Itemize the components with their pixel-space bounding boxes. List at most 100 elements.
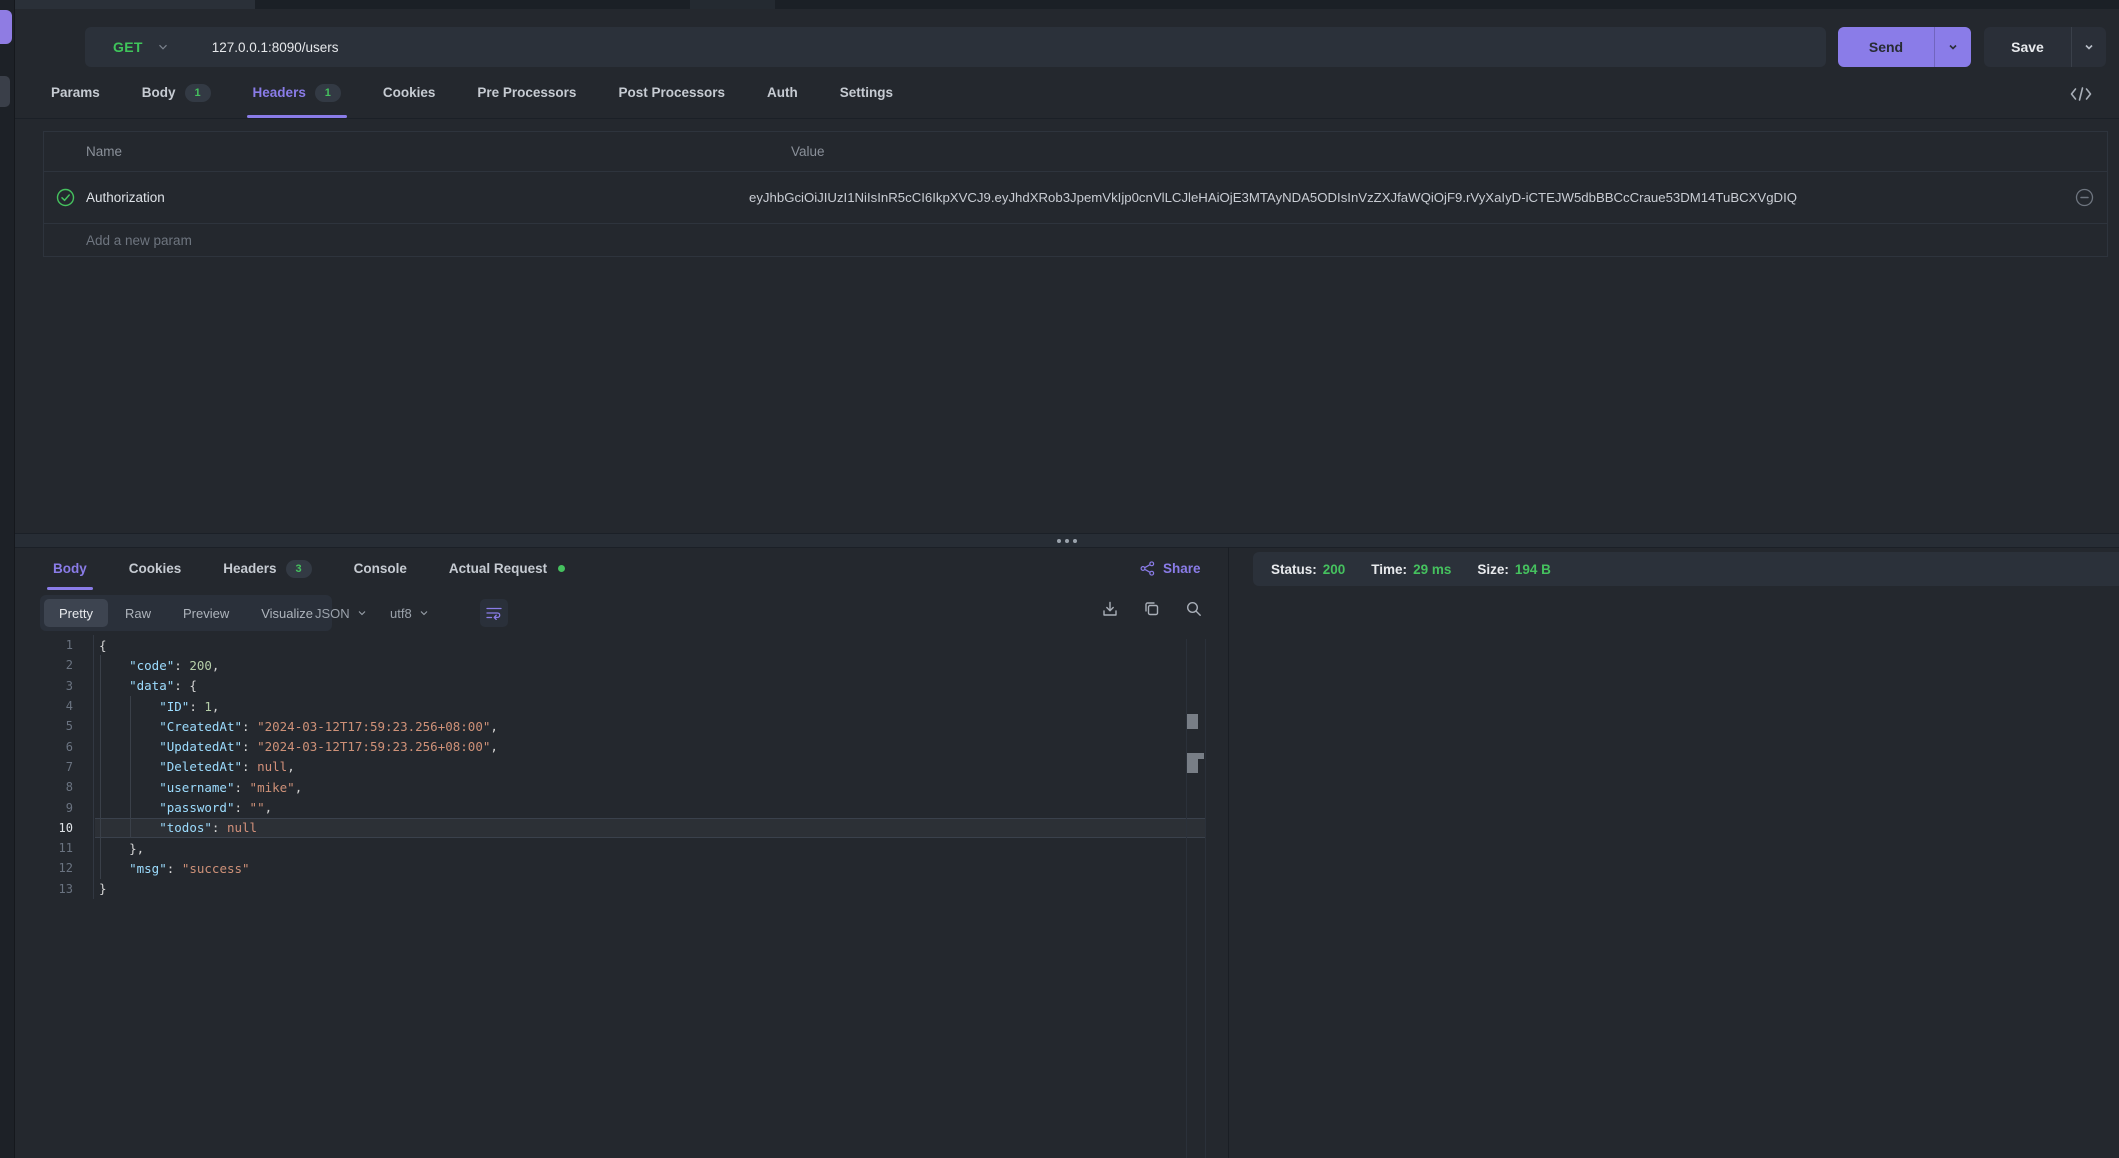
view-mode-pretty[interactable]: Pretty [44, 599, 108, 627]
sidebar-active-pill[interactable] [0, 10, 12, 44]
check-circle-icon[interactable] [44, 188, 86, 207]
add-param-row[interactable]: Add a new param [44, 224, 2107, 257]
code-line[interactable]: 5 "CreatedAt": "2024-03-12T17:59:23.256+… [15, 716, 1205, 736]
code-text: { [99, 638, 107, 653]
response-tab-actual-request[interactable]: Actual Request [449, 547, 565, 590]
tab-label: Console [354, 561, 407, 576]
size-label: Size: [1477, 562, 1509, 577]
request-tab-settings[interactable]: Settings [840, 67, 893, 118]
sidebar-pill[interactable] [0, 76, 10, 107]
line-number: 6 [15, 740, 94, 754]
request-tabs: Params Body1 Headers1 Cookies Pre Processors… [15, 67, 2119, 119]
line-number: 3 [15, 679, 94, 693]
wrap-lines-icon[interactable] [480, 599, 508, 627]
response-tab-cookies[interactable]: Cookies [129, 547, 182, 590]
panel-vertical-divider [1228, 547, 1229, 1158]
request-tab-auth[interactable]: Auth [767, 67, 798, 118]
request-tab-cookies[interactable]: Cookies [383, 67, 436, 118]
tab-label: Pre Processors [477, 85, 576, 100]
indent-guide [100, 655, 101, 879]
code-line[interactable]: 13} [15, 879, 1205, 899]
response-tab-headers[interactable]: Headers 3 [223, 547, 311, 590]
active-request-tab-sliver[interactable] [15, 0, 255, 9]
scrollbar-marker[interactable] [1187, 759, 1198, 773]
request-tab-pre-processors[interactable]: Pre Processors [477, 67, 576, 118]
response-tab-console[interactable]: Console [354, 547, 407, 590]
drag-handle-icon [1057, 539, 1077, 543]
view-mode-preview[interactable]: Preview [168, 599, 244, 627]
add-param-placeholder: Add a new param [44, 233, 192, 248]
share-icon [1140, 561, 1155, 576]
line-number: 1 [15, 638, 94, 652]
header-name[interactable]: Authorization [86, 190, 749, 205]
scrollbar-marker[interactable] [1187, 714, 1198, 729]
tab-label: Cookies [129, 561, 182, 576]
headers-table: Name Value AuthorizationeyJhbGciOiJIUzI1… [43, 131, 2108, 257]
minus-circle-icon[interactable] [2061, 188, 2107, 207]
line-number: 8 [15, 780, 94, 794]
tab-badge: 3 [286, 560, 312, 578]
request-tab-params[interactable]: Params [51, 67, 100, 118]
tabbar-segment [690, 0, 775, 9]
line-number: 13 [15, 882, 94, 896]
code-line[interactable]: 10 "todos": null [15, 818, 1205, 838]
code-text: "UpdatedAt": "2024-03-12T17:59:23.256+08… [99, 739, 498, 754]
headers-table-body: AuthorizationeyJhbGciOiJIUzI1NiIsInR5cCI… [44, 172, 2107, 224]
code-text: "CreatedAt": "2024-03-12T17:59:23.256+08… [99, 719, 498, 734]
format-dropdown[interactable]: JSON [315, 595, 367, 631]
code-text: "msg": "success" [99, 861, 250, 876]
request-tab-post-processors[interactable]: Post Processors [618, 67, 725, 118]
code-line[interactable]: 4 "ID": 1, [15, 696, 1205, 716]
save-dropdown-chevron-icon[interactable] [2072, 27, 2106, 67]
line-number: 11 [15, 841, 94, 855]
url-input[interactable]: 127.0.0.1:8090/users [212, 40, 339, 55]
method-select[interactable]: GET [113, 39, 169, 55]
line-number: 4 [15, 699, 94, 713]
code-editor[interactable]: 1{2 "code": 200,3 "data": {4 "ID": 1,5 "… [15, 635, 1205, 1158]
tab-label: Headers [223, 561, 276, 576]
request-tab-headers[interactable]: Headers1 [253, 67, 341, 118]
panel-splitter[interactable] [15, 533, 2119, 548]
header-value[interactable]: eyJhbGciOiJIUzI1NiIsInR5cCI6IkpXVCJ9.eyJ… [749, 190, 2061, 205]
chevron-down-icon [157, 41, 169, 53]
code-snippet-icon[interactable] [2066, 84, 2096, 104]
send-button[interactable]: Send [1838, 27, 1971, 67]
encoding-dropdown[interactable]: utf8 [390, 595, 429, 631]
response-toolbar-icons [1100, 599, 1204, 619]
tab-label: Actual Request [449, 561, 547, 576]
code-line[interactable]: 8 "username": "mike", [15, 777, 1205, 797]
send-label: Send [1838, 27, 1934, 67]
chevron-down-icon [419, 608, 429, 618]
search-icon[interactable] [1184, 599, 1204, 619]
column-name: Name [44, 144, 791, 159]
view-mode-raw[interactable]: Raw [110, 599, 166, 627]
indent-guide [130, 696, 131, 838]
share-button[interactable]: Share [1140, 547, 1201, 590]
time-label: Time: [1371, 562, 1407, 577]
save-button[interactable]: Save [1984, 27, 2106, 67]
chevron-down-icon [357, 608, 367, 618]
code-line[interactable]: 11 }, [15, 838, 1205, 858]
response-tab-body[interactable]: Body [53, 547, 87, 590]
code-text: "DeletedAt": null, [99, 759, 295, 774]
code-line[interactable]: 7 "DeletedAt": null, [15, 757, 1205, 777]
gutter-divider [93, 635, 94, 899]
tab-label: Params [51, 85, 100, 100]
time-value: 29 ms [1413, 562, 1451, 577]
tab-label: Cookies [383, 85, 436, 100]
size-value: 194 B [1515, 562, 1551, 577]
copy-icon[interactable] [1142, 599, 1162, 619]
code-line[interactable]: 2 "code": 200, [15, 655, 1205, 675]
send-dropdown-chevron-icon[interactable] [1935, 27, 1971, 67]
code-line[interactable]: 3 "data": { [15, 676, 1205, 696]
sidebar-strip [0, 0, 15, 1158]
app-root: { "colors": { "accent": "#8A7CE8", "gree… [0, 0, 2119, 1158]
download-icon[interactable] [1100, 599, 1120, 619]
code-line[interactable]: 1{ [15, 635, 1205, 655]
request-tab-body[interactable]: Body1 [142, 67, 211, 118]
code-line[interactable]: 6 "UpdatedAt": "2024-03-12T17:59:23.256+… [15, 736, 1205, 756]
tab-badge: 1 [185, 84, 211, 102]
scrollbar-track [1205, 639, 1206, 1158]
code-line[interactable]: 9 "password": "", [15, 797, 1205, 817]
code-line[interactable]: 12 "msg": "success" [15, 858, 1205, 878]
